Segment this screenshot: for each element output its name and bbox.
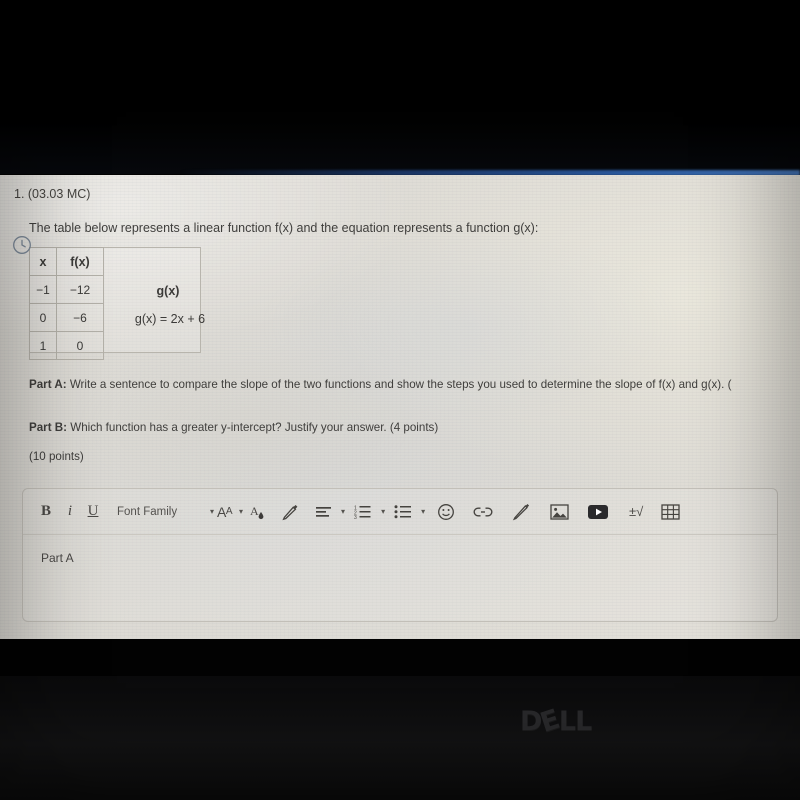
align-left-icon[interactable] — [312, 499, 334, 525]
table-row: −1 −12 — [29, 275, 104, 304]
function-table-block: x f(x) −1 −12 0 −6 1 0 g(x) g(x) = 2x + … — [29, 247, 205, 360]
part-a-text: Write a sentence to compare the slope of… — [69, 378, 732, 391]
insert-video-icon[interactable] — [584, 499, 612, 525]
cell-x-1: −1 — [29, 275, 57, 304]
math-equation-icon[interactable]: ±√ — [624, 499, 648, 525]
bullet-list-chevron-down-icon[interactable]: ▾ — [421, 507, 425, 516]
part-b-label: Part B: — [29, 421, 68, 434]
assignment-page: 1. (03.03 MC) The table below represents… — [0, 175, 800, 639]
font-family-chevron-down-icon[interactable]: ▾ — [210, 507, 214, 516]
total-points-label: (10 points) — [29, 450, 84, 463]
cell-fx-3: 0 — [56, 331, 104, 360]
insert-table-icon[interactable] — [658, 499, 682, 525]
cell-x-3: 1 — [29, 331, 57, 360]
gx-title: g(x) — [156, 284, 180, 298]
cell-fx-2: −6 — [56, 303, 104, 332]
part-b-line: Part B: Which function has a greater y-i… — [29, 421, 438, 434]
svg-text:3: 3 — [354, 515, 357, 519]
gx-equation: g(x) = 2x + 6 — [134, 312, 206, 326]
table-header-x: x — [29, 247, 57, 276]
fx-table: x f(x) −1 −12 0 −6 1 0 — [29, 247, 104, 360]
table-header-fx: f(x) — [56, 247, 104, 276]
table-row: 0 −6 — [29, 303, 104, 332]
laptop-bezel-bottom — [0, 676, 800, 800]
bold-button[interactable]: B — [35, 499, 57, 525]
table-row: 1 0 — [29, 331, 104, 360]
clock-history-icon[interactable] — [12, 235, 32, 260]
rich-text-editor[interactable]: B i U Font Family ▾ AA ▾ A ▾ 1 2 3 ▾ ▾ ±… — [22, 488, 778, 622]
italic-button[interactable]: i — [61, 499, 79, 525]
dell-logo-text: DELL — [520, 704, 592, 739]
numbered-list-chevron-down-icon[interactable]: ▾ — [381, 507, 385, 516]
question-number: 1. (03.03 MC) — [14, 187, 91, 201]
part-a-label: Part A: — [29, 378, 67, 391]
bullet-list-icon[interactable] — [392, 499, 414, 525]
question-stem: The table below represents a linear func… — [29, 221, 539, 235]
font-size-button[interactable]: AA — [217, 499, 233, 525]
align-chevron-down-icon[interactable]: ▾ — [341, 507, 345, 516]
laptop-photo: 1. (03.03 MC) The table below represents… — [0, 0, 800, 800]
svg-text:A: A — [250, 504, 259, 518]
numbered-list-icon[interactable]: 1 2 3 — [352, 499, 374, 525]
table-header-row: x f(x) — [29, 247, 104, 276]
part-a-line: Part A: Write a sentence to compare the … — [29, 378, 731, 391]
insert-image-icon[interactable] — [546, 499, 572, 525]
underline-button[interactable]: U — [83, 499, 103, 525]
laptop-screen: 1. (03.03 MC) The table below represents… — [0, 175, 800, 639]
laptop-bezel-top — [0, 0, 800, 174]
editor-body[interactable]: Part A — [23, 535, 777, 621]
editor-typed-text: Part A — [41, 551, 74, 565]
emoji-icon[interactable] — [434, 499, 458, 525]
pencil-draw-icon[interactable] — [508, 499, 534, 525]
text-color-icon[interactable]: A — [246, 499, 268, 525]
dell-brand-logo: DELL — [520, 704, 630, 739]
cell-x-2: 0 — [29, 303, 57, 332]
font-family-dropdown[interactable]: Font Family — [117, 499, 203, 525]
font-size-chevron-down-icon[interactable]: ▾ — [239, 507, 243, 516]
highlighter-icon[interactable] — [278, 499, 302, 525]
part-b-text: Which function has a greater y-intercept… — [70, 421, 439, 434]
link-icon[interactable] — [470, 499, 496, 525]
cell-fx-1: −12 — [56, 275, 104, 304]
editor-toolbar: B i U Font Family ▾ AA ▾ A ▾ 1 2 3 ▾ ▾ ±… — [23, 489, 777, 535]
